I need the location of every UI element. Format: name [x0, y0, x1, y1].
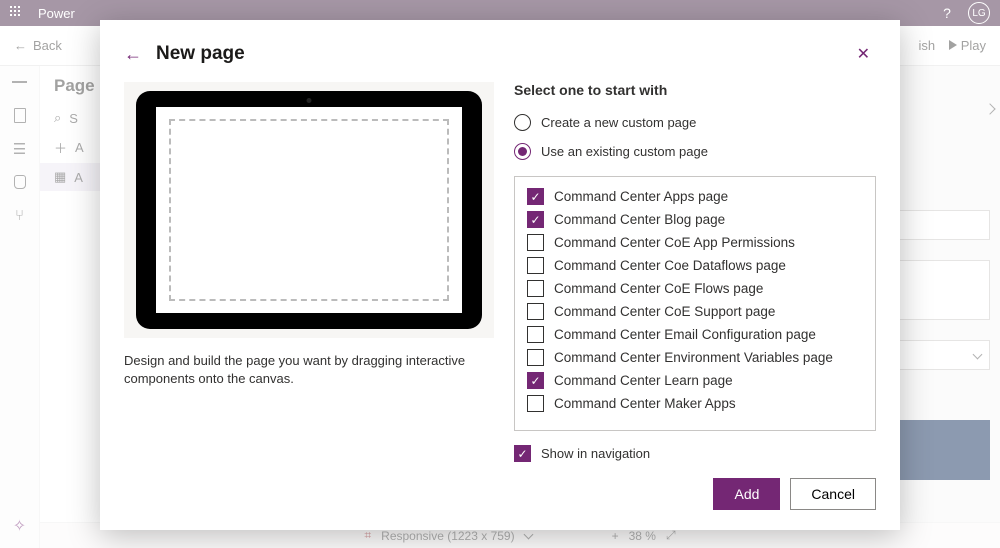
list-item-label: Command Center Maker Apps: [554, 396, 736, 411]
checkbox-icon: [527, 303, 544, 320]
checkbox-icon: [527, 257, 544, 274]
list-item-label: Command Center CoE Flows page: [554, 281, 763, 296]
list-item[interactable]: ✓ Command Center Blog page: [521, 208, 869, 231]
list-item-label: Command Center Blog page: [554, 212, 725, 227]
select-heading: Select one to start with: [514, 82, 876, 98]
list-item[interactable]: Command Center CoE App Permissions: [521, 231, 869, 254]
checkbox-icon: [527, 349, 544, 366]
list-item-label: Command Center Learn page: [554, 373, 733, 388]
checkbox-icon: ✓: [527, 211, 544, 228]
checkbox-icon: ✓: [514, 445, 531, 462]
radio-icon: [514, 143, 531, 160]
list-item-label: Command Center CoE Support page: [554, 304, 775, 319]
existing-pages-list: ✓ Command Center Apps page ✓ Command Center…: [514, 176, 876, 431]
radio-icon: [514, 114, 531, 131]
add-button[interactable]: Add: [713, 478, 780, 510]
list-item[interactable]: Command Center CoE Support page: [521, 300, 869, 323]
checkbox-icon: [527, 326, 544, 343]
list-item[interactable]: ✓ Command Center Learn page: [521, 369, 869, 392]
list-item-label: Command Center Coe Dataflows page: [554, 258, 786, 273]
options-column: Select one to start with Create a new cu…: [514, 82, 876, 462]
list-item-label: Command Center CoE App Permissions: [554, 235, 795, 250]
preview-column: Design and build the page you want by dr…: [124, 82, 494, 462]
list-item[interactable]: Command Center Email Configuration page: [521, 323, 869, 346]
dialog-back-button[interactable]: ←: [124, 44, 142, 65]
checkbox-icon: ✓: [527, 188, 544, 205]
list-scroll[interactable]: ✓ Command Center Apps page ✓ Command Center…: [515, 177, 875, 430]
dialog-title: New page: [156, 43, 245, 65]
list-item-label: Command Center Apps page: [554, 189, 728, 204]
list-item[interactable]: Command Center Maker Apps: [521, 392, 869, 415]
checkbox-icon: [527, 234, 544, 251]
show-in-nav-checkbox[interactable]: ✓ Show in navigation: [514, 445, 876, 462]
preview-description: Design and build the page you want by dr…: [124, 352, 494, 388]
list-item-label: Command Center Email Configuration page: [554, 327, 816, 342]
list-item[interactable]: Command Center Coe Dataflows page: [521, 254, 869, 277]
list-item[interactable]: Command Center Environment Variables pag…: [521, 346, 869, 369]
list-item-label: Command Center Environment Variables pag…: [554, 350, 833, 365]
checkbox-icon: ✓: [527, 372, 544, 389]
new-page-dialog: ← New page ✕ Design and build the page y…: [100, 20, 900, 530]
radio-create-new[interactable]: Create a new custom page: [514, 114, 876, 131]
list-item[interactable]: ✓ Command Center Apps page: [521, 185, 869, 208]
tablet-preview: [124, 82, 494, 338]
checkbox-icon: [527, 280, 544, 297]
radio-use-existing[interactable]: Use an existing custom page: [514, 143, 876, 160]
list-item[interactable]: Command Center CoE Flows page: [521, 277, 869, 300]
cancel-button[interactable]: Cancel: [790, 478, 876, 510]
checkbox-icon: [527, 395, 544, 412]
close-button[interactable]: ✕: [851, 40, 876, 68]
